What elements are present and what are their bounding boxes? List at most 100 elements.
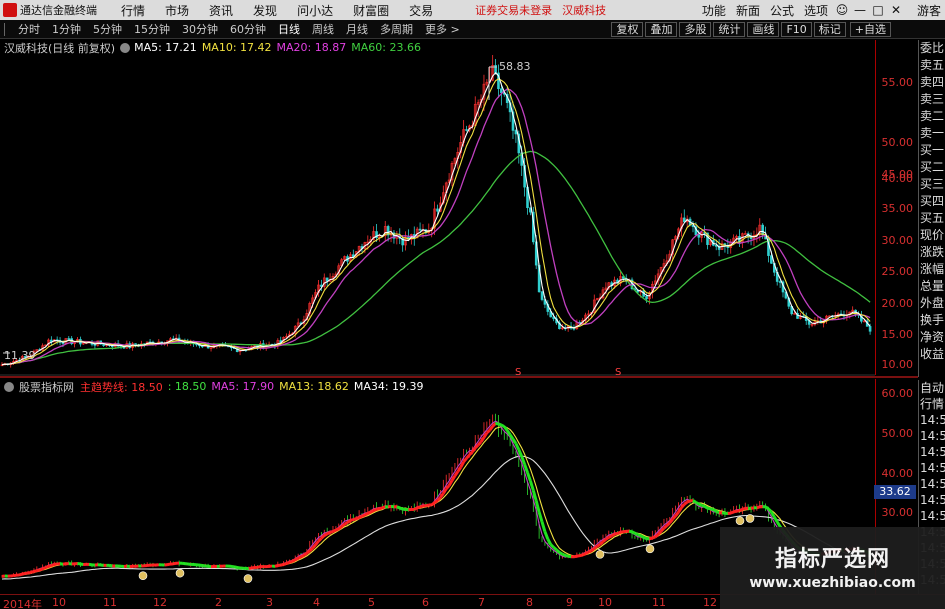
indicator-title[interactable]: 股票指标网 xyxy=(19,379,74,395)
quote-row-label: 换手 xyxy=(920,313,945,327)
menu-trade[interactable]: 交易 xyxy=(409,2,433,19)
quote-row-label: 卖二 xyxy=(920,109,945,123)
date-tick: 11 xyxy=(652,596,666,609)
trade-header-label[interactable]: 行情 xyxy=(919,396,945,412)
price-tick: 40.00 xyxy=(881,172,914,185)
menu-formula[interactable]: 公式 xyxy=(770,2,794,19)
date-tick: 9 xyxy=(566,596,573,609)
period-weekly[interactable]: 周线 xyxy=(312,21,334,37)
settings-gear-icon[interactable] xyxy=(120,42,131,53)
indicator-tick: 60.00 xyxy=(881,387,914,400)
period-intraday[interactable]: 分时 xyxy=(18,21,40,37)
trade-time: 14:50 xyxy=(920,493,945,507)
ma10-line xyxy=(1,78,871,366)
quote-row-label: 买二 xyxy=(920,160,945,174)
f10-button[interactable]: F10 xyxy=(781,22,812,37)
main-chart-title: 汉威科技(日线 前复权) xyxy=(4,41,116,55)
minimize-icon[interactable]: — xyxy=(853,3,867,17)
price-tick: 50.00 xyxy=(881,136,914,149)
buy-signal-coin-icon xyxy=(243,574,253,583)
menu-market[interactable]: 市场 xyxy=(165,2,189,19)
period-60min[interactable]: 60分钟 xyxy=(230,21,266,37)
date-tick: 12 xyxy=(153,596,167,609)
quote-row-label: 委比 xyxy=(920,41,945,55)
trade-header-label[interactable]: 自动 xyxy=(919,380,945,396)
watermark-logo: 指标严选网 www.xuezhibiao.com xyxy=(720,527,945,609)
menu-options[interactable]: 选项 xyxy=(804,2,828,19)
low-annotation: 11.39 xyxy=(3,349,36,362)
quote-row-label: 收益 xyxy=(920,347,945,361)
draw-line-button[interactable]: 画线 xyxy=(747,22,780,37)
sell-marker-1: S xyxy=(515,367,521,376)
statistics-button[interactable]: 统计 xyxy=(713,22,746,37)
guest-label[interactable]: 游客 xyxy=(917,2,941,19)
date-tick: 11 xyxy=(103,596,117,609)
indicator-tick: 40.00 xyxy=(881,467,914,480)
buy-signal-coin-icon xyxy=(645,544,655,554)
main-legend: 汉威科技(日线 前复权) MA5: 17.21 MA10: 17.42 MA20… xyxy=(4,40,426,55)
buy-signal-coin-icon xyxy=(175,568,185,578)
login-notice[interactable]: 证券交易未登录 xyxy=(475,2,552,18)
ma20-line xyxy=(1,88,871,366)
quote-row-label: 涨幅 xyxy=(920,262,945,276)
add-watchlist-button[interactable]: +自选 xyxy=(849,22,891,37)
quote-row-label: 外盘 xyxy=(920,296,945,310)
price-candles xyxy=(0,55,872,368)
menu-function[interactable]: 功能 xyxy=(702,2,726,19)
price-kline-chart[interactable]: 58.83 11.39 S S xyxy=(0,55,875,376)
menu-news[interactable]: 资讯 xyxy=(209,2,233,19)
smiley-icon[interactable]: ☺ xyxy=(835,3,849,17)
price-tick: 30.00 xyxy=(881,234,914,247)
menu-ask[interactable]: 问小达 xyxy=(297,2,333,19)
period-1min[interactable]: 1分钟 xyxy=(52,21,81,37)
current-price-badge: 33.62 xyxy=(874,485,916,499)
trade-time: 14:50 xyxy=(920,429,945,443)
quote-row-label: 卖五 xyxy=(920,58,945,72)
price-tick: 20.00 xyxy=(881,297,914,310)
date-tick: 10 xyxy=(598,596,612,609)
menu-wealth[interactable]: 财富圈 xyxy=(353,2,389,19)
date-tick: 6 xyxy=(422,596,429,609)
price-tick: 10.00 xyxy=(881,358,914,371)
quote-row-label: 净资 xyxy=(920,330,945,344)
price-axis: 55.00 50.00 45.00 40.00 35.00 30.00 25.0… xyxy=(875,40,917,375)
trend-green-legend: : 18.50 xyxy=(167,380,207,393)
menu-discover[interactable]: 发现 xyxy=(253,2,277,19)
maximize-icon[interactable]: □ xyxy=(871,3,885,17)
buy-signal-coin-icon xyxy=(138,571,148,581)
mark-button[interactable]: 标记 xyxy=(813,22,846,37)
indicator-gear-icon[interactable] xyxy=(4,381,14,392)
period-more[interactable]: 更多 > xyxy=(425,21,460,37)
current-stock-name: 汉威科技 xyxy=(562,4,607,17)
low-price-label: 11.39 xyxy=(4,349,36,362)
period-5min[interactable]: 5分钟 xyxy=(93,21,122,37)
quote-row-label: 涨跌 xyxy=(920,245,945,259)
trade-time: 14:50 xyxy=(920,445,945,459)
app-title: 通达信金融终端 xyxy=(20,4,97,17)
watermark-url: www.xuezhibiao.com xyxy=(749,575,916,591)
multi-stock-button[interactable]: 多股 xyxy=(679,22,712,37)
menu-new-page[interactable]: 新面 xyxy=(736,2,760,19)
period-30min[interactable]: 30分钟 xyxy=(182,21,218,37)
date-tick: 4 xyxy=(313,596,320,609)
menu-right-group: 功能 新面 公式 选项 ☺ — □ ✕ 游客 xyxy=(697,2,941,19)
date-tick: 2014年 xyxy=(3,598,42,609)
toolbar-grip xyxy=(4,22,12,36)
sub-ma13-legend: MA13: 18.62 xyxy=(279,380,349,393)
period-daily[interactable]: 日线 xyxy=(278,21,300,37)
date-tick: 7 xyxy=(478,596,485,609)
price-tick: 15.00 xyxy=(881,328,914,341)
buy-signal-coin-icon xyxy=(735,516,745,526)
quote-row-label: 卖三 xyxy=(920,92,945,106)
period-multi[interactable]: 多周期 xyxy=(380,21,413,37)
menu-quotes[interactable]: 行情 xyxy=(121,2,145,19)
period-15min[interactable]: 15分钟 xyxy=(134,21,170,37)
trade-time: 14:50 xyxy=(920,461,945,475)
period-monthly[interactable]: 月线 xyxy=(346,21,368,37)
restore-right-button[interactable]: 复权 xyxy=(611,22,644,37)
close-icon[interactable]: ✕ xyxy=(889,3,903,17)
quote-row-label: 卖一 xyxy=(920,126,945,140)
buy-signal-icons xyxy=(138,514,755,583)
overlay-button[interactable]: 叠加 xyxy=(645,22,678,37)
buy-signal-coin-icon xyxy=(595,550,605,559)
